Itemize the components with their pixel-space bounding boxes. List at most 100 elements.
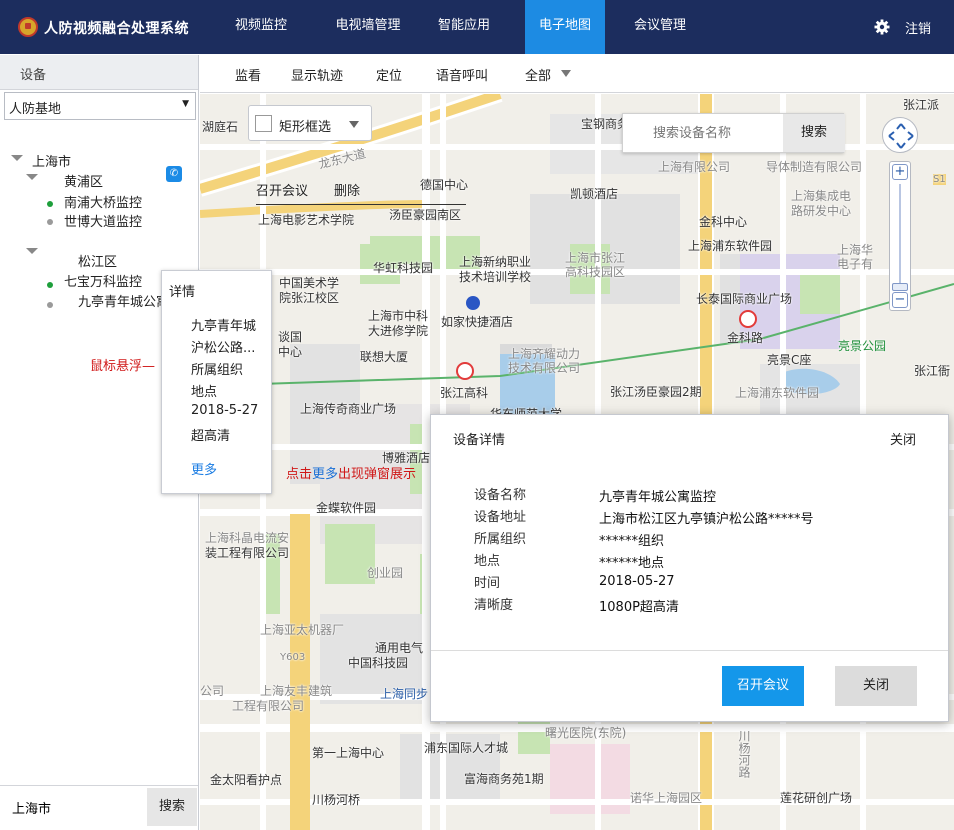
phone-call-icon[interactable]: ✆: [166, 166, 182, 182]
map-label: Y603: [280, 652, 306, 663]
toolbar-voice-call[interactable]: 语音呼叫: [436, 65, 488, 84]
start-meeting-link[interactable]: 召开会议: [256, 180, 308, 199]
map-search-button[interactable]: 搜索: [783, 114, 845, 152]
nav-electronic-map[interactable]: 电子地图: [525, 0, 605, 54]
field-value: 1080P超高清: [599, 600, 679, 615]
map-label: 诺华上海园区: [630, 791, 703, 805]
zoom-slider-handle[interactable]: [892, 283, 908, 291]
modal-title: 设备详情: [453, 433, 506, 448]
click-annotation-post: 出现弹窗展示: [338, 467, 417, 482]
divider: [431, 650, 948, 651]
field-value: ******地点: [599, 556, 665, 571]
device-search-input[interactable]: [4, 790, 146, 824]
top-bar: 人防视频融合处理系统 视频监控 电视墙管理 智能应用 电子地图 会议管理 注销: [0, 0, 954, 54]
device-search-button[interactable]: 搜索: [147, 788, 197, 826]
map-label: 长泰国际商业广场: [696, 292, 793, 306]
field-label: 时间: [474, 576, 501, 591]
device-detail-popup: 详情 九亭青年城 沪松公路... 所属组织 地点 2018-5-27 超高清 更…: [161, 270, 272, 494]
map-label: 上海亚太机器厂: [260, 623, 345, 637]
app-title: 人防视频融合处理系统: [44, 21, 189, 37]
map-label: 上海浦东软件园: [735, 386, 820, 400]
field-label: 设备名称: [474, 488, 527, 503]
field-value: 2018-05-27: [599, 574, 675, 589]
map-label: 亮景C座: [767, 353, 812, 367]
map-action-bar: 召开会议 删除: [234, 178, 466, 206]
delete-link[interactable]: 删除: [334, 180, 360, 199]
map-label: 工程有限公司: [232, 699, 305, 713]
map-label: 富海商务苑1期: [464, 772, 544, 786]
status-online-icon: [47, 201, 53, 207]
toolbar-all-filter[interactable]: 全部: [525, 65, 551, 84]
nav-video-monitor[interactable]: 视频监控: [222, 0, 300, 54]
chevron-down-icon[interactable]: [561, 70, 571, 77]
close-button[interactable]: 关闭: [835, 666, 917, 706]
map-label: 创业园: [367, 566, 404, 580]
map-label: 大进修学院: [368, 324, 429, 338]
map-label: 张江派: [903, 98, 940, 112]
rect-select-checkbox[interactable]: [255, 115, 272, 132]
tree-device-qibao[interactable]: 七宝万科监控: [64, 271, 142, 290]
rect-select-label: 矩形框选: [279, 120, 332, 135]
map-label: 莲花研创广场: [780, 791, 853, 805]
popup-more-link[interactable]: 更多: [191, 459, 217, 478]
zoom-in-button[interactable]: +: [892, 164, 908, 180]
device-detail-modal: 设备详情 关闭 设备名称 九亭青年城公寓监控 设备地址 上海市松江区九亭镇沪松公…: [430, 414, 949, 722]
expand-caret-icon[interactable]: [26, 248, 38, 254]
map-toolbar: 监看 显示轨迹 定位 语音呼叫 全部: [200, 55, 954, 93]
start-meeting-button[interactable]: 召开会议: [722, 666, 804, 706]
map-label: 金科中心: [699, 215, 748, 229]
map-label: 电子有: [837, 257, 874, 271]
status-online-icon: [47, 282, 53, 288]
map-label: 川杨河桥: [312, 793, 361, 807]
map-pan-control[interactable]: [882, 117, 918, 153]
field-label: 设备地址: [474, 510, 527, 525]
tree-node-songjiang[interactable]: 松江区: [78, 251, 117, 270]
device-panel-header: 设备: [0, 55, 198, 90]
zoom-out-button[interactable]: −: [892, 292, 908, 308]
map-search-input[interactable]: [631, 120, 781, 146]
divider: [256, 204, 466, 205]
tree-device-jiuting[interactable]: 九亭青年城公寓: [78, 291, 169, 310]
popup-line: 九亭青年城: [191, 319, 257, 334]
map-label: 上海传奇商业广场: [300, 402, 397, 416]
map-label: 张江高科: [440, 386, 489, 400]
toolbar-locate[interactable]: 定位: [376, 65, 402, 84]
field-label: 所属组织: [474, 532, 527, 547]
expand-caret-icon[interactable]: [11, 155, 23, 161]
nav-meeting-mgmt[interactable]: 会议管理: [621, 0, 699, 54]
gear-icon[interactable]: [874, 19, 890, 35]
map-label: 上海有限公司: [658, 160, 731, 174]
device-search-bar: 搜索: [0, 785, 198, 830]
zoom-slider-track[interactable]: [899, 184, 901, 288]
toolbar-show-track[interactable]: 显示轨迹: [291, 65, 343, 84]
map-label: 金科路: [727, 331, 764, 345]
modal-close-link[interactable]: 关闭: [890, 429, 916, 448]
map-label: 第一上海中心: [312, 746, 385, 760]
tree-device-nanpu[interactable]: 南浦大桥监控: [64, 192, 142, 211]
field-value: 上海市松江区九亭镇沪松公路*****号: [599, 512, 814, 527]
nav-tv-wall[interactable]: 电视墙管理: [326, 0, 410, 54]
map-search-box: 搜索: [622, 113, 845, 153]
rect-select-control[interactable]: 矩形框选: [248, 105, 372, 141]
map-label: 院张江校区: [279, 291, 340, 305]
popup-line: 沪松公路...: [191, 341, 256, 356]
tree-node-huangpu[interactable]: 黄浦区: [64, 171, 103, 190]
expand-caret-icon[interactable]: [26, 174, 38, 180]
tree-node-shanghai[interactable]: 上海市: [32, 151, 71, 170]
logout-link[interactable]: 注销: [905, 18, 931, 37]
toolbar-monitor[interactable]: 监看: [235, 65, 261, 84]
tree-device-shibo[interactable]: 世博大道监控: [64, 211, 142, 230]
map-label: 金太阳看护点: [210, 773, 283, 787]
status-offline-icon: [47, 219, 53, 225]
popup-line: 2018-5-27: [191, 403, 259, 418]
device-panel-title: 设备: [20, 68, 47, 83]
popup-title: 详情: [169, 285, 196, 300]
map-label: 曙光医院(东院): [545, 726, 627, 740]
nav-smart-app[interactable]: 智能应用: [425, 0, 503, 54]
click-annotation: 点击更多出现弹窗展示: [286, 463, 416, 482]
org-select[interactable]: 人防基地 ▼: [4, 92, 196, 120]
field-label: 清晰度: [474, 598, 514, 613]
map-label: S1: [933, 174, 946, 185]
chevron-down-icon[interactable]: [349, 121, 359, 128]
map-label: 技术有限公司: [508, 361, 581, 375]
